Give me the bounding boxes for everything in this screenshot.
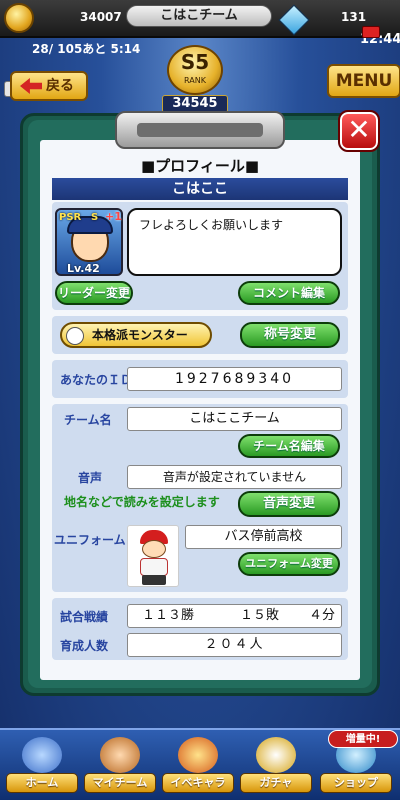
back-button[interactable]: 戻る bbox=[10, 71, 88, 101]
id-label: あなたのＩＤ bbox=[60, 373, 133, 387]
uniform-value: バス停前高校 bbox=[185, 525, 342, 549]
profile-heading: ■プロフィール■ bbox=[140, 157, 260, 175]
comment-bubble: フレよろしくお願いします bbox=[127, 208, 342, 276]
status-bar: 34007 こはこチーム 131 bbox=[0, 0, 400, 38]
menu-button[interactable]: MENU bbox=[327, 64, 400, 98]
rank-label: RANK bbox=[184, 76, 206, 85]
home-icon bbox=[22, 737, 62, 773]
uniform-shirt-icon bbox=[140, 558, 168, 576]
voice-value: 音声が設定されていません bbox=[127, 465, 342, 489]
rank-grade: S5 bbox=[180, 50, 210, 74]
comment-edit-button[interactable]: コメント編集 bbox=[238, 281, 340, 305]
voice-label: 音声 bbox=[78, 471, 103, 485]
plus-badge: +1 bbox=[105, 210, 122, 223]
leader-change-button[interactable]: リーダー変更 bbox=[55, 281, 133, 305]
event-chara-icon bbox=[178, 737, 218, 773]
ticket-icon bbox=[362, 26, 380, 38]
boost-badge: 増量中! bbox=[328, 730, 398, 748]
uniform-label: ユニフォーム bbox=[54, 533, 126, 547]
nav-gacha[interactable]: ガチャ bbox=[240, 737, 312, 793]
team-title: こはこチーム bbox=[126, 5, 272, 27]
uniform-change-button[interactable]: ユニフォーム変更 bbox=[238, 552, 340, 576]
rank-badge-icon: S5 RANK bbox=[167, 45, 223, 95]
uniform-preview bbox=[127, 525, 179, 587]
team-edit-button[interactable]: チーム名編集 bbox=[238, 434, 340, 458]
record-draws: ４分 bbox=[308, 608, 335, 623]
voice-hint: 地名などで読みを設定します bbox=[64, 495, 220, 509]
player-name: こはここ bbox=[52, 178, 348, 200]
leader-avatar[interactable]: PSR S +1 Lv.42 bbox=[55, 208, 123, 276]
record-wins: １１３勝 bbox=[142, 608, 195, 623]
record-field: １１３勝 １５敗 ４分 bbox=[127, 604, 342, 628]
gacha-icon bbox=[256, 737, 296, 773]
record-label: 試合戦績 bbox=[60, 610, 109, 624]
uniform-face-icon bbox=[142, 540, 166, 558]
gem-icon bbox=[278, 4, 310, 36]
grade-badge: S bbox=[91, 212, 99, 223]
close-button[interactable]: ✕ bbox=[338, 110, 380, 152]
nav-my-team[interactable]: マイチーム bbox=[84, 737, 156, 793]
coin-icon bbox=[4, 3, 34, 33]
coin-count: 34007 bbox=[80, 10, 122, 24]
team-name-value: こはここチーム bbox=[127, 407, 342, 431]
avatar-level: Lv.42 bbox=[67, 262, 100, 275]
baseball-icon bbox=[66, 327, 84, 345]
nav-home[interactable]: ホーム bbox=[6, 737, 78, 793]
trained-label: 育成人数 bbox=[60, 639, 109, 653]
my-team-icon bbox=[100, 737, 140, 773]
stamina-text: 28/ 105あと 5:14 bbox=[32, 42, 141, 56]
voice-change-button[interactable]: 音声変更 bbox=[238, 491, 340, 517]
title-badge: 本格派モンスター bbox=[60, 322, 212, 348]
rarity-badge: PSR bbox=[59, 212, 82, 223]
back-arrow-icon bbox=[20, 78, 42, 94]
clipboard-clip bbox=[115, 111, 285, 149]
title-change-button[interactable]: 称号変更 bbox=[240, 322, 340, 348]
team-label: チーム名 bbox=[64, 413, 112, 427]
trained-value: ２０４人 bbox=[127, 633, 342, 657]
record-losses: １５敗 bbox=[240, 608, 280, 623]
rank-display: S5 RANK 34545 bbox=[140, 45, 250, 113]
nav-event-chara[interactable]: イベキャラ bbox=[162, 737, 234, 793]
uniform-pants-icon bbox=[142, 575, 166, 585]
id-value: 1927689340 bbox=[127, 367, 342, 391]
gem-count: 131 bbox=[341, 10, 367, 24]
